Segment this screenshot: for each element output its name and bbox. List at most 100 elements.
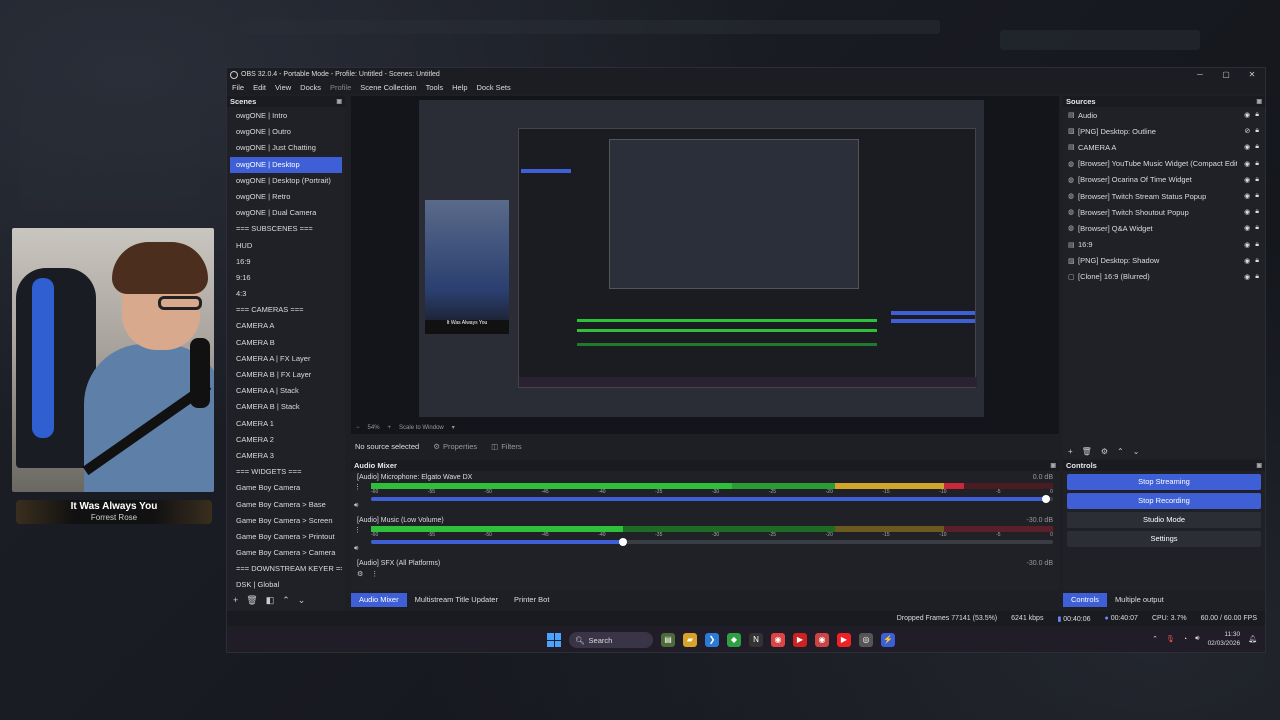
- add-source-icon[interactable]: +: [1068, 447, 1073, 456]
- chrome-icon[interactable]: ◉: [771, 633, 785, 647]
- speaker-icon[interactable]: 🔊︎: [354, 501, 361, 511]
- scene-item[interactable]: owgONE | Outro: [230, 124, 342, 140]
- zoom-out-icon[interactable]: −: [356, 425, 360, 431]
- dock-float-icon[interactable]: ▣: [1256, 462, 1262, 469]
- scene-item[interactable]: === DOWNSTREAM KEYER ===: [230, 561, 342, 577]
- speaker-icon[interactable]: 🔊︎: [354, 544, 361, 554]
- source-item[interactable]: ◍ [Browser] Q&A Widget ◉ 🔒︎: [1063, 220, 1265, 236]
- lock-icon[interactable]: 🔒︎: [1255, 224, 1259, 232]
- menu-tools[interactable]: Tools: [426, 83, 444, 92]
- maximize-button[interactable]: ▢: [1213, 70, 1239, 79]
- eye-icon[interactable]: ◉: [1244, 160, 1250, 168]
- scale-mode-select[interactable]: Scale to Window: [399, 425, 444, 431]
- eye-icon[interactable]: ◉: [1244, 241, 1250, 249]
- chevron-down-icon[interactable]: ▾: [452, 424, 455, 431]
- tab-multistream-title-updater[interactable]: Multistream Title Updater: [407, 593, 506, 607]
- mixer-menu-icon[interactable]: ⋮: [371, 570, 378, 578]
- scene-item[interactable]: CAMERA A | FX Layer: [230, 351, 342, 367]
- scene-item[interactable]: === SUBSCENES ===: [230, 221, 342, 237]
- scene-item[interactable]: === WIDGETS ===: [230, 464, 342, 480]
- properties-button[interactable]: ⚙ Properties: [433, 442, 477, 451]
- dock-float-icon[interactable]: ▣: [1256, 98, 1262, 105]
- close-button[interactable]: ✕: [1239, 70, 1265, 79]
- clock[interactable]: 11:30 02/03/2026: [1208, 630, 1241, 648]
- youtube-music-icon[interactable]: ▶: [793, 633, 807, 647]
- scene-item[interactable]: owgONE | Just Chatting: [230, 140, 342, 156]
- vscode-icon[interactable]: ❯: [705, 633, 719, 647]
- scene-item[interactable]: owgONE | Dual Camera: [230, 205, 342, 221]
- channel-menu-icon[interactable]: ⋮: [354, 526, 361, 536]
- zoom-in-icon[interactable]: +: [388, 425, 392, 431]
- chevron-up-icon[interactable]: ⌃: [1152, 635, 1158, 643]
- lock-icon[interactable]: 🔒︎: [1255, 257, 1259, 265]
- scene-item[interactable]: owgONE | Desktop (Portrait): [230, 173, 342, 189]
- streamerbot-icon[interactable]: ⚡: [881, 633, 895, 647]
- lock-icon[interactable]: 🔒︎: [1255, 160, 1259, 168]
- fader-knob[interactable]: [619, 538, 628, 546]
- scene-item[interactable]: Game Boy Camera > Printout: [230, 529, 342, 545]
- channel-menu-icon[interactable]: ⋮: [354, 483, 361, 493]
- source-item[interactable]: ▤ 16:9 ◉ 🔒︎: [1063, 237, 1265, 253]
- source-item[interactable]: ◍ [Browser] YouTube Music Widget (Compact…: [1063, 156, 1265, 172]
- eye-hidden-icon[interactable]: ⊘: [1244, 127, 1250, 135]
- wifi-icon[interactable]: ◔: [1183, 636, 1187, 643]
- scene-item[interactable]: Game Boy Camera: [230, 480, 342, 496]
- stop-recording-button[interactable]: Stop Recording: [1067, 493, 1261, 509]
- remove-source-icon[interactable]: 🗑: [1082, 447, 1092, 456]
- file-explorer-icon[interactable]: ▰: [683, 633, 697, 647]
- tab-controls[interactable]: Controls: [1063, 593, 1107, 607]
- scene-item[interactable]: owgONE | Retro: [230, 189, 342, 205]
- eye-icon[interactable]: ◉: [1244, 111, 1250, 119]
- source-item[interactable]: ▨ [PNG] Desktop: Outline ⊘ 🔒︎: [1063, 123, 1265, 139]
- tab-multiple-output[interactable]: Multiple output: [1107, 593, 1172, 607]
- menu-scene-collection[interactable]: Scene Collection: [360, 83, 416, 92]
- fader-knob[interactable]: [1042, 495, 1051, 503]
- minimize-button[interactable]: ─: [1187, 70, 1213, 79]
- eye-icon[interactable]: ◉: [1244, 208, 1250, 216]
- lock-icon[interactable]: 🔒︎: [1255, 127, 1259, 135]
- lock-icon[interactable]: 🔒︎: [1255, 143, 1259, 151]
- scene-item[interactable]: CAMERA 2: [230, 432, 342, 448]
- lock-icon[interactable]: 🔒︎: [1255, 241, 1259, 249]
- settings-button[interactable]: Settings: [1067, 531, 1261, 547]
- volume-fader[interactable]: [371, 538, 1053, 546]
- scene-item[interactable]: CAMERA B | FX Layer: [230, 367, 342, 383]
- menu-file[interactable]: File: [232, 83, 244, 92]
- source-settings-icon[interactable]: ⚙: [1101, 447, 1108, 456]
- stop-streaming-button[interactable]: Stop Streaming: [1067, 474, 1261, 490]
- menu-docks[interactable]: Docks: [300, 83, 321, 92]
- move-up-icon[interactable]: ⌃: [282, 595, 290, 606]
- scene-item[interactable]: CAMERA 1: [230, 416, 342, 432]
- scene-item[interactable]: owgONE | Intro: [230, 108, 342, 124]
- lock-icon[interactable]: 🔒︎: [1255, 192, 1259, 200]
- scene-item[interactable]: HUD: [230, 238, 342, 254]
- menu-profile[interactable]: Profile: [330, 83, 351, 92]
- scene-filters-icon[interactable]: ◧: [266, 595, 275, 606]
- lock-icon[interactable]: 🔒︎: [1255, 111, 1259, 119]
- source-item[interactable]: ▤ CAMERA A ◉ 🔒︎: [1063, 139, 1265, 155]
- app-green-icon[interactable]: ◆: [727, 633, 741, 647]
- scene-item[interactable]: owgONE | Desktop: [230, 156, 342, 173]
- menu-view[interactable]: View: [275, 83, 291, 92]
- source-item[interactable]: ▢ [Clone] 16:9 (Blurred) ◉ 🔒︎: [1063, 269, 1265, 285]
- eye-icon[interactable]: ◉: [1244, 273, 1250, 281]
- scene-item[interactable]: 9:16: [230, 270, 342, 286]
- lock-icon[interactable]: 🔒︎: [1255, 273, 1259, 281]
- tab-printer-bot[interactable]: Printer Bot: [506, 593, 557, 607]
- source-item[interactable]: ▤ Audio ◉ 🔒︎: [1063, 107, 1265, 123]
- filters-button[interactable]: ◫ Filters: [491, 442, 522, 451]
- scene-item[interactable]: 4:3: [230, 286, 342, 302]
- preview-canvas[interactable]: It Was Always You: [419, 100, 984, 417]
- source-item[interactable]: ◍ [Browser] Ocarina Of Time Widget ◉ 🔒︎: [1063, 172, 1265, 188]
- move-up-icon[interactable]: ⌃: [1117, 447, 1124, 456]
- scene-item[interactable]: CAMERA B | Stack: [230, 399, 342, 415]
- lock-icon[interactable]: 🔒︎: [1255, 208, 1259, 216]
- volume-icon[interactable]: 🔊︎: [1195, 635, 1199, 643]
- preview-area[interactable]: It Was Always You − 54% + Scale to Windo…: [351, 96, 1059, 434]
- eye-icon[interactable]: ◉: [1244, 224, 1250, 232]
- scene-item[interactable]: Game Boy Camera > Base: [230, 497, 342, 513]
- menu-dock-sets[interactable]: Dock Sets: [477, 83, 511, 92]
- mixer-settings-icon[interactable]: ⚙: [357, 570, 363, 578]
- source-item[interactable]: ▨ [PNG] Desktop: Shadow ◉ 🔒︎: [1063, 253, 1265, 269]
- scene-item[interactable]: CAMERA 3: [230, 448, 342, 464]
